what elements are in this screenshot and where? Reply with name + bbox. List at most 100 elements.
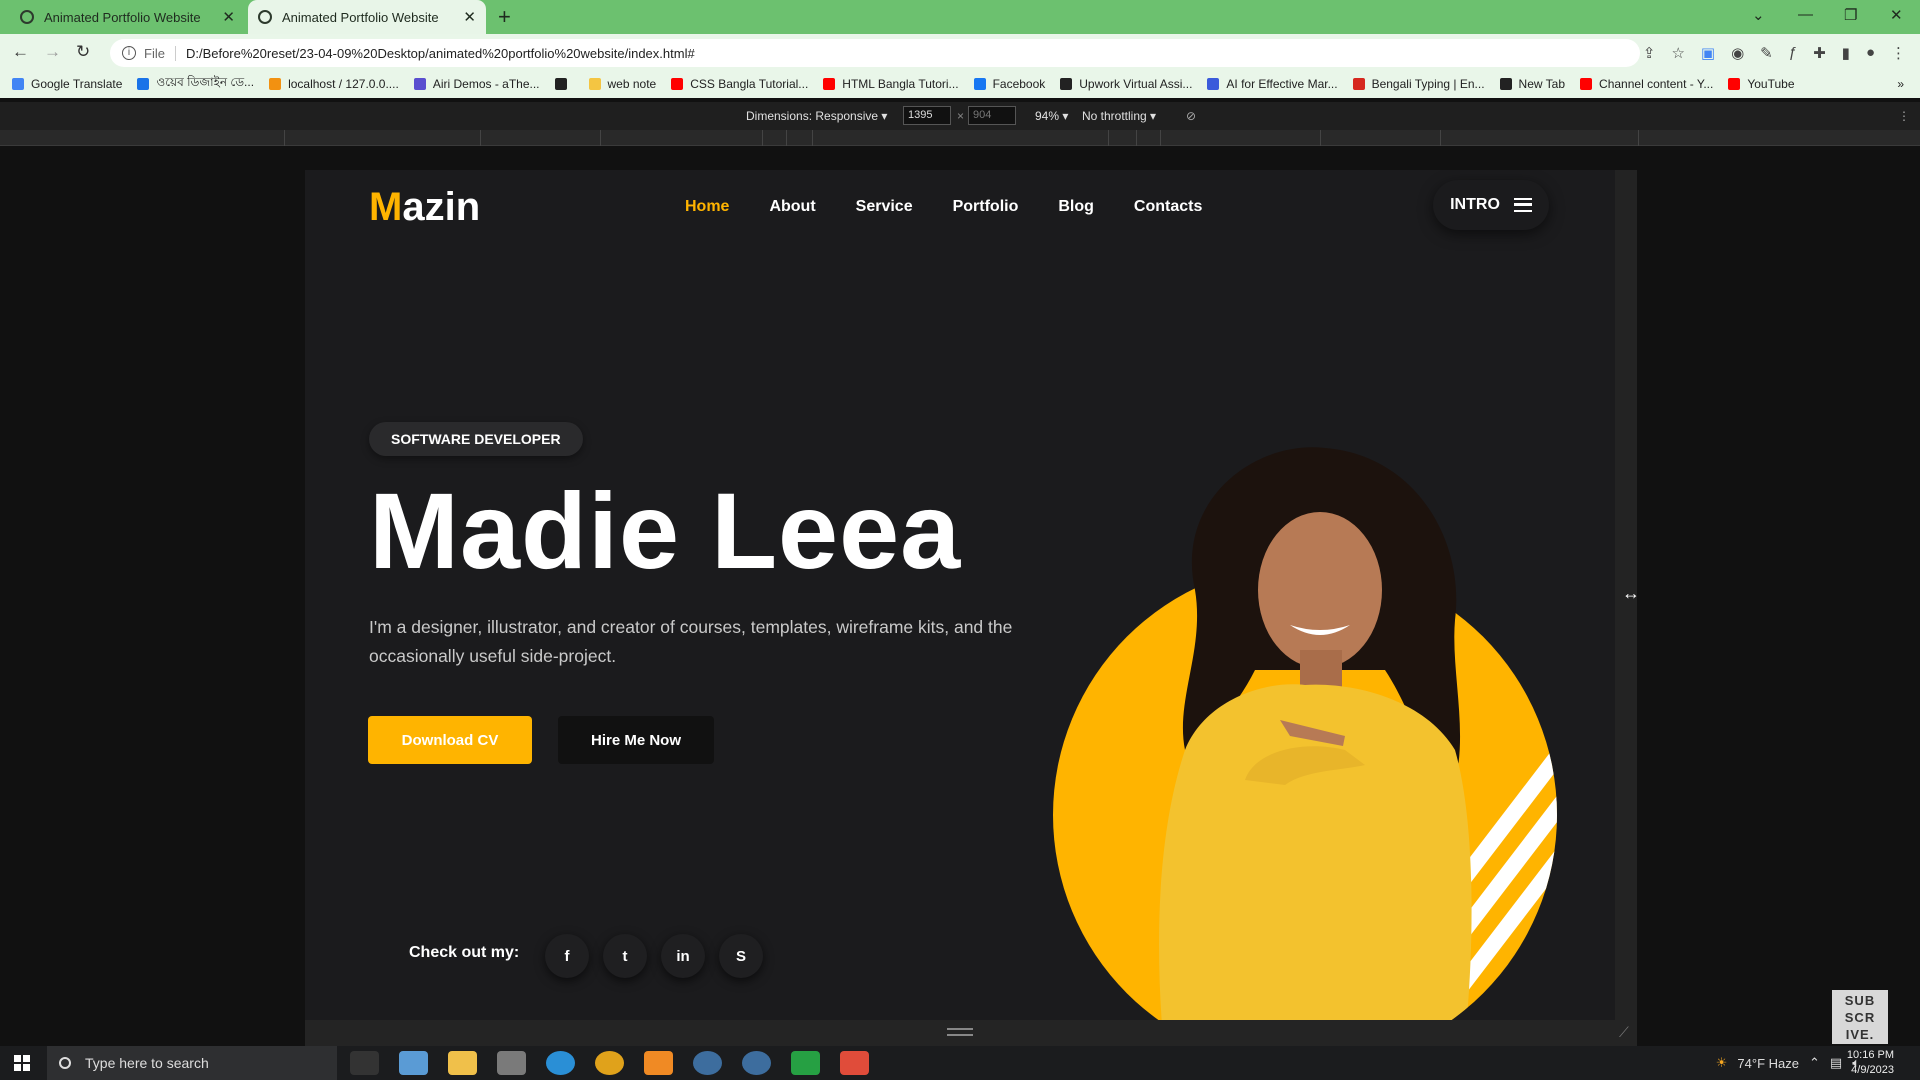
menu-kebab-icon[interactable]: ⋮ [1891,44,1906,62]
weather-text[interactable]: 74°F Haze [1737,1056,1799,1071]
download-cv-button[interactable]: Download CV [368,716,532,764]
rotate-icon[interactable]: ⊘ [1186,109,1196,123]
taskbar-search-box[interactable]: Type here to search [47,1046,337,1080]
task-view-icon[interactable] [350,1051,379,1075]
nav-home[interactable]: Home [685,198,729,216]
close-window-button[interactable]: ✕ [1890,6,1903,24]
browser-tab[interactable]: Animated Portfolio Website ✕ [10,0,245,34]
bookmark-item[interactable]: Facebook [973,77,1045,91]
nav-portfolio[interactable]: Portfolio [953,198,1019,216]
bookmarks-overflow-icon[interactable]: » [1897,77,1904,91]
clock-time: 10:16 PM [1846,1049,1894,1061]
width-input[interactable]: 1395 [903,106,951,125]
restore-button[interactable]: ❐ [1844,6,1857,24]
new-tab-button[interactable]: + [498,4,511,30]
resize-cursor-icon: ↔ [1622,583,1640,603]
bookmark-item[interactable]: Bengali Typing | En... [1352,77,1485,91]
formula-extension-icon[interactable]: ƒ [1789,44,1797,62]
bookmark-item[interactable]: Google Translate [12,77,122,91]
url-scheme-label: File [144,45,176,61]
nav-about[interactable]: About [769,198,815,216]
screenshot-extension-icon[interactable]: ◉ [1731,44,1744,62]
address-bar[interactable]: i File D:/Before%20reset/23-04-09%20Desk… [110,39,1640,67]
bookmark-item[interactable]: localhost / 127.0.0.... [269,77,399,91]
chrome-profile-icon[interactable] [693,1051,722,1075]
notepad-icon[interactable] [399,1051,428,1075]
bookmark-item[interactable]: HTML Bangla Tutori... [823,77,959,91]
bookmark-item[interactable]: New Tab [1499,77,1565,91]
file-explorer-icon[interactable] [448,1051,477,1075]
tab-search-icon[interactable]: ⌄ [1752,6,1765,24]
bookmark-star-icon[interactable]: ☆ [1671,44,1684,62]
forward-button[interactable]: → [44,42,61,62]
info-icon[interactable]: i [122,46,136,60]
pinned-apps [350,1051,869,1075]
viewport-bottom-resize-handle[interactable] [947,1028,973,1036]
extensions-puzzle-icon[interactable]: ✚ [1813,44,1826,62]
dimensions-dropdown[interactable]: Dimensions: Responsive ▾ [746,109,887,123]
bookmark-label: AI for Effective Mar... [1226,77,1338,91]
device-options-icon[interactable]: ⋮ [1898,109,1910,123]
network-icon[interactable]: ▤ [1830,1055,1842,1071]
browser-tab-active[interactable]: Animated Portfolio Website ✕ [248,0,486,34]
edge-icon[interactable] [546,1051,575,1075]
side-panel-icon[interactable]: ▮ [1842,44,1850,62]
throttling-dropdown[interactable]: No throttling ▾ [1082,109,1156,123]
close-tab-icon[interactable]: ✕ [463,8,476,26]
tray-chevron-icon[interactable]: ⌃ [1809,1055,1820,1071]
bookmark-favicon-icon [269,78,282,90]
intro-menu-button[interactable]: INTRO [1433,180,1549,230]
skype-icon[interactable]: S [719,934,763,978]
chrome-profile-2-icon[interactable] [742,1051,771,1075]
browser-toolbar: ← → ↻ i File D:/Before%20reset/23-04-09%… [0,34,1920,70]
bookmark-item[interactable]: AI for Effective Mar... [1207,77,1338,91]
back-button[interactable]: ← [12,42,29,62]
viewport-corner-resize-icon[interactable]: ⟋ [1619,1024,1629,1041]
hero-description: I'm a designer, illustrator, and creator… [369,617,1013,666]
site-logo[interactable]: Mazin [369,185,480,230]
bookmark-item[interactable]: YouTube [1728,77,1795,91]
nav-service[interactable]: Service [856,198,913,216]
bookmark-label: Google Translate [31,77,123,91]
zoom-dropdown[interactable]: 94% ▾ [1035,109,1068,123]
profile-avatar[interactable]: ● [1866,44,1875,62]
bookmark-label: ওয়েব ডিজাইন ডে... [156,75,255,89]
subscribe-line: IVE. [1845,1027,1875,1042]
bookmark-item[interactable]: Upwork Virtual Assi... [1060,77,1192,91]
bookmark-label: YouTube [1747,77,1795,91]
chrome-icon[interactable] [595,1051,624,1075]
reload-button[interactable]: ↻ [76,42,90,62]
pen-extension-icon[interactable]: ✎ [1760,44,1773,62]
search-placeholder: Type here to search [85,1055,209,1071]
logo-initial: M [369,185,403,229]
linkedin-icon[interactable]: in [661,934,705,978]
facebook-icon[interactable]: f [545,934,589,978]
translate-extension-icon[interactable]: ▣ [1701,44,1715,62]
nav-blog[interactable]: Blog [1058,198,1094,216]
nav-contacts[interactable]: Contacts [1134,198,1202,216]
sublime-text-icon[interactable] [644,1051,673,1075]
bookmark-label: CSS Bangla Tutorial... [690,77,809,91]
recorder-icon[interactable] [840,1051,869,1075]
windows-start-icon[interactable] [14,1055,30,1071]
bookmark-item[interactable]: ওয়েব ডিজাইন ডে... [137,74,254,94]
close-tab-icon[interactable]: ✕ [222,8,235,26]
url-text[interactable]: D:/Before%20reset/23-04-09%20Desktop/ani… [186,46,695,61]
hire-me-button[interactable]: Hire Me Now [558,716,714,764]
bookmark-item[interactable]: Airi Demos - aThe... [413,77,540,91]
subscribe-line: SCR [1844,1010,1876,1025]
bookmark-item[interactable] [554,78,574,90]
height-input[interactable]: 904 [968,106,1016,125]
taskbar-clock[interactable]: 10:16 PM 4/9/2023 [1847,1048,1894,1078]
store-icon[interactable] [497,1051,526,1075]
bookmark-item[interactable]: web note [588,77,656,91]
bookmark-favicon-icon [1499,78,1512,90]
twitter-icon[interactable]: t [603,934,647,978]
share-icon[interactable]: ⇪ [1643,44,1656,62]
hero-name: Madie Leea [369,470,962,591]
camtasia-icon[interactable] [791,1051,820,1075]
minimize-button[interactable]: — [1798,6,1813,23]
bookmark-favicon-icon [1728,78,1741,90]
bookmark-item[interactable]: CSS Bangla Tutorial... [671,77,808,91]
bookmark-item[interactable]: Channel content - Y... [1580,77,1713,91]
